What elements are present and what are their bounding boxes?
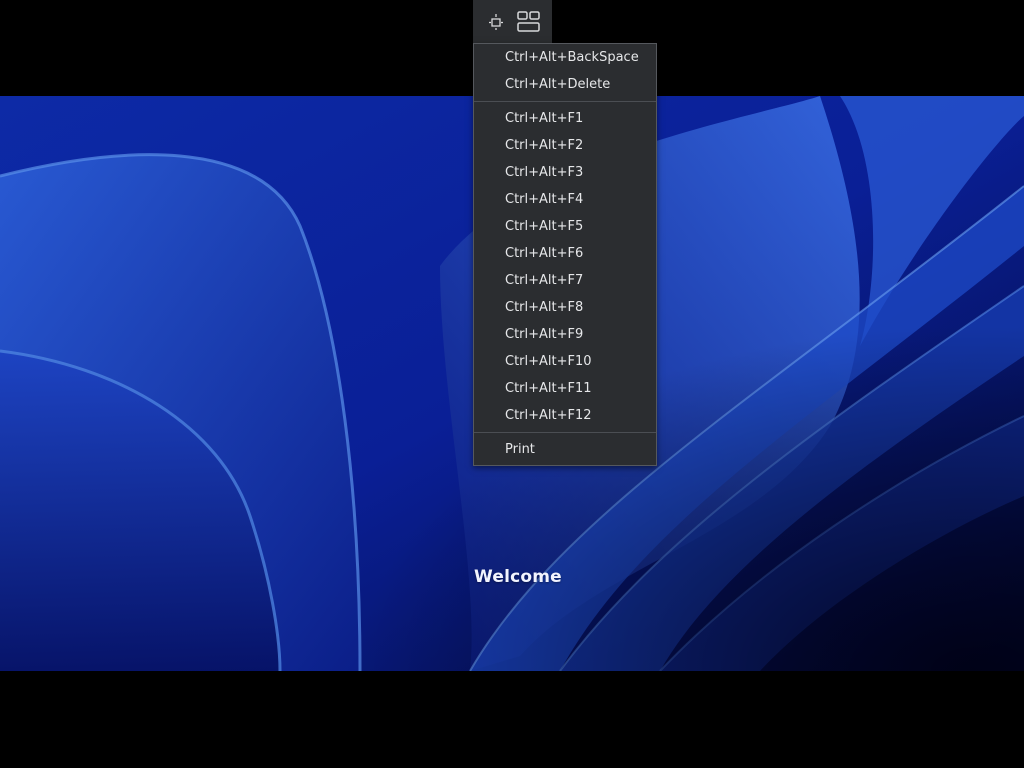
welcome-text: Welcome — [474, 567, 562, 587]
remote-viewer-screen: Welcome Ctrl+Alt+BackSpace Ctrl+Alt+Dele… — [0, 0, 1024, 768]
menu-item-ctrl-alt-backspace[interactable]: Ctrl+Alt+BackSpace — [474, 44, 656, 71]
menu-item-ctrl-alt-f8[interactable]: Ctrl+Alt+F8 — [474, 294, 656, 321]
move-toolbar-button[interactable] — [481, 7, 511, 37]
menu-item-ctrl-alt-f6[interactable]: Ctrl+Alt+F6 — [474, 240, 656, 267]
menu-item-print[interactable]: Print — [474, 436, 656, 463]
menu-separator — [474, 101, 656, 102]
send-keys-menu: Ctrl+Alt+BackSpace Ctrl+Alt+Delete Ctrl+… — [473, 43, 657, 466]
menu-item-ctrl-alt-delete[interactable]: Ctrl+Alt+Delete — [474, 71, 656, 98]
menu-item-ctrl-alt-f1[interactable]: Ctrl+Alt+F1 — [474, 105, 656, 132]
menu-item-ctrl-alt-f3[interactable]: Ctrl+Alt+F3 — [474, 159, 656, 186]
viewer-toolbar — [473, 0, 552, 43]
menu-item-ctrl-alt-f10[interactable]: Ctrl+Alt+F10 — [474, 348, 656, 375]
menu-item-ctrl-alt-f7[interactable]: Ctrl+Alt+F7 — [474, 267, 656, 294]
display-layout-icon — [516, 10, 542, 34]
menu-item-ctrl-alt-f2[interactable]: Ctrl+Alt+F2 — [474, 132, 656, 159]
menu-item-ctrl-alt-f11[interactable]: Ctrl+Alt+F11 — [474, 375, 656, 402]
menu-group-special-keys: Ctrl+Alt+BackSpace Ctrl+Alt+Delete — [474, 44, 656, 98]
move-toolbar-icon — [487, 13, 505, 31]
menu-separator — [474, 432, 656, 433]
menu-group-print: Print — [474, 436, 656, 465]
display-layout-button[interactable] — [514, 7, 544, 37]
menu-item-ctrl-alt-f4[interactable]: Ctrl+Alt+F4 — [474, 186, 656, 213]
menu-item-ctrl-alt-f9[interactable]: Ctrl+Alt+F9 — [474, 321, 656, 348]
menu-group-function-keys: Ctrl+Alt+F1 Ctrl+Alt+F2 Ctrl+Alt+F3 Ctrl… — [474, 105, 656, 429]
menu-item-ctrl-alt-f5[interactable]: Ctrl+Alt+F5 — [474, 213, 656, 240]
menu-item-ctrl-alt-f12[interactable]: Ctrl+Alt+F12 — [474, 402, 656, 429]
